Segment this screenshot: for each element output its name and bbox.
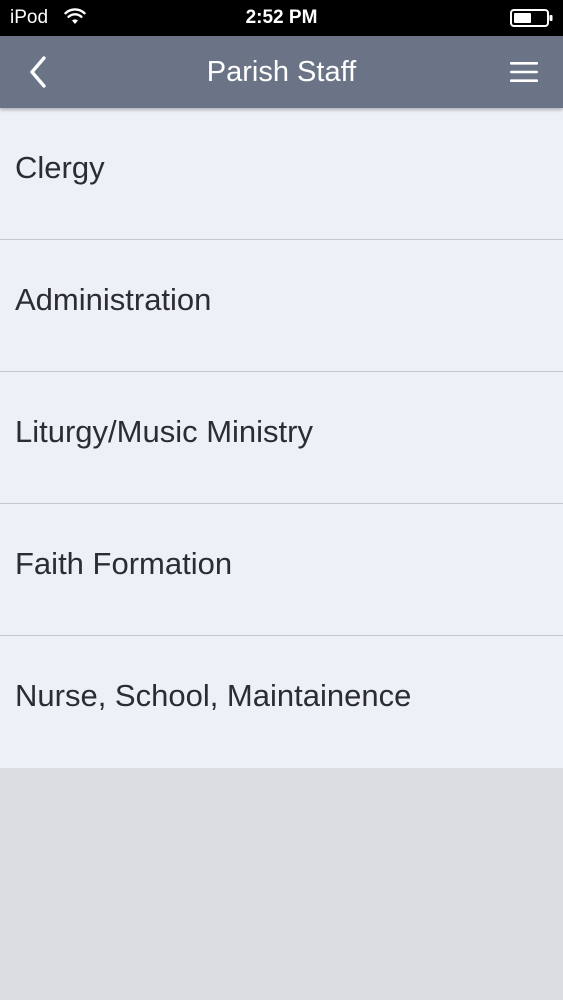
status-time: 2:52 PM — [245, 7, 318, 28]
hamburger-menu-icon[interactable] — [504, 54, 544, 90]
list-item-label: Nurse, School, Maintainence — [15, 678, 412, 713]
navigation-bar: Parish Staff — [0, 36, 563, 108]
list-item-label: Clergy — [15, 150, 105, 185]
status-bar: iPod 2:52 PM — [0, 0, 563, 36]
battery-icon — [510, 9, 553, 27]
list-item-clergy[interactable]: Clergy — [0, 108, 563, 240]
page-title: Parish Staff — [206, 56, 357, 88]
list-item-faith-formation[interactable]: Faith Formation — [0, 504, 563, 636]
list-item-label: Liturgy/Music Ministry — [15, 414, 313, 449]
list-item-label: Faith Formation — [15, 546, 233, 581]
staff-category-list: Clergy Administration Liturgy/Music Mini… — [0, 108, 563, 768]
list-item-administration[interactable]: Administration — [0, 240, 563, 372]
list-item-nurse-school-maintainence[interactable]: Nurse, School, Maintainence — [0, 636, 563, 768]
list-item-liturgy-music-ministry[interactable]: Liturgy/Music Ministry — [0, 372, 563, 504]
list-item-label: Administration — [15, 282, 212, 317]
